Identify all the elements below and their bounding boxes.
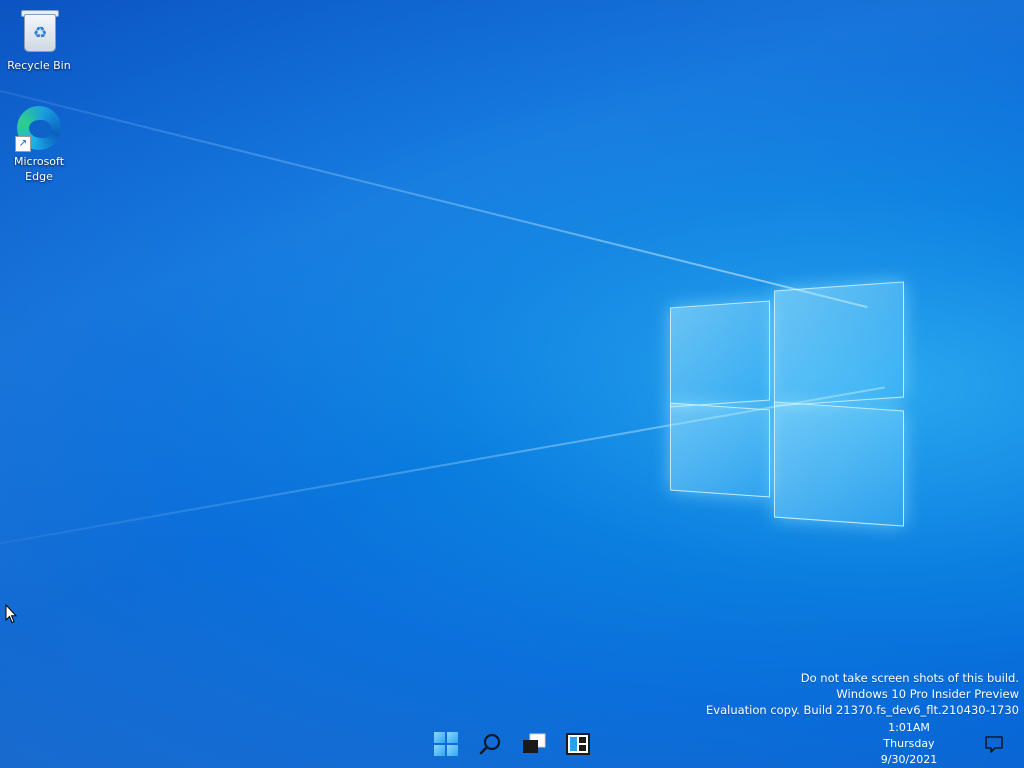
logo-pane bbox=[774, 401, 904, 527]
logo-pane bbox=[670, 402, 770, 498]
widgets-icon bbox=[566, 733, 590, 755]
watermark-line: Evaluation copy. Build 21370.fs_dev6_flt… bbox=[706, 703, 1019, 717]
search-icon bbox=[479, 733, 501, 755]
start-button[interactable] bbox=[430, 728, 462, 760]
taskbar-clock[interactable]: 1:01AM Thursday 9/30/2021 bbox=[854, 720, 964, 768]
shortcut-arrow-icon: ↗ bbox=[15, 136, 31, 152]
clock-time: 1:01AM bbox=[888, 721, 930, 734]
notification-icon bbox=[985, 736, 1003, 753]
task-view-button[interactable] bbox=[518, 728, 550, 760]
clock-day: Thursday bbox=[883, 737, 935, 750]
mouse-cursor-icon bbox=[5, 604, 17, 624]
watermark-line: Do not take screen shots of this build. bbox=[800, 671, 1019, 685]
wallpaper-light-beam bbox=[0, 40, 868, 309]
clock-date: 9/30/2021 bbox=[880, 753, 938, 766]
watermark-line: Windows 10 Pro Insider Preview bbox=[836, 687, 1019, 701]
logo-pane bbox=[670, 300, 770, 408]
desktop-icon-microsoft-edge[interactable]: ↗ Microsoft Edge bbox=[2, 104, 76, 184]
widgets-button[interactable] bbox=[562, 728, 594, 760]
search-button[interactable] bbox=[474, 728, 506, 760]
edge-icon: ↗ bbox=[15, 104, 63, 152]
evaluation-watermark: Do not take screen shots of this build. … bbox=[706, 670, 1019, 718]
windows-start-icon bbox=[434, 732, 458, 756]
notification-center-button[interactable] bbox=[984, 734, 1004, 754]
taskbar: 1:01AM Thursday 9/30/2021 bbox=[0, 720, 1024, 768]
windows-logo-wallpaper bbox=[668, 281, 908, 528]
desktop-icon-label: Recycle Bin bbox=[7, 59, 71, 72]
desktop-icon-label: Microsoft Edge bbox=[13, 155, 65, 183]
recycle-bin-icon: ♻ bbox=[15, 8, 63, 56]
desktop-icon-recycle-bin[interactable]: ♻ Recycle Bin bbox=[2, 8, 76, 73]
task-view-icon bbox=[523, 733, 546, 753]
logo-pane bbox=[774, 281, 904, 407]
